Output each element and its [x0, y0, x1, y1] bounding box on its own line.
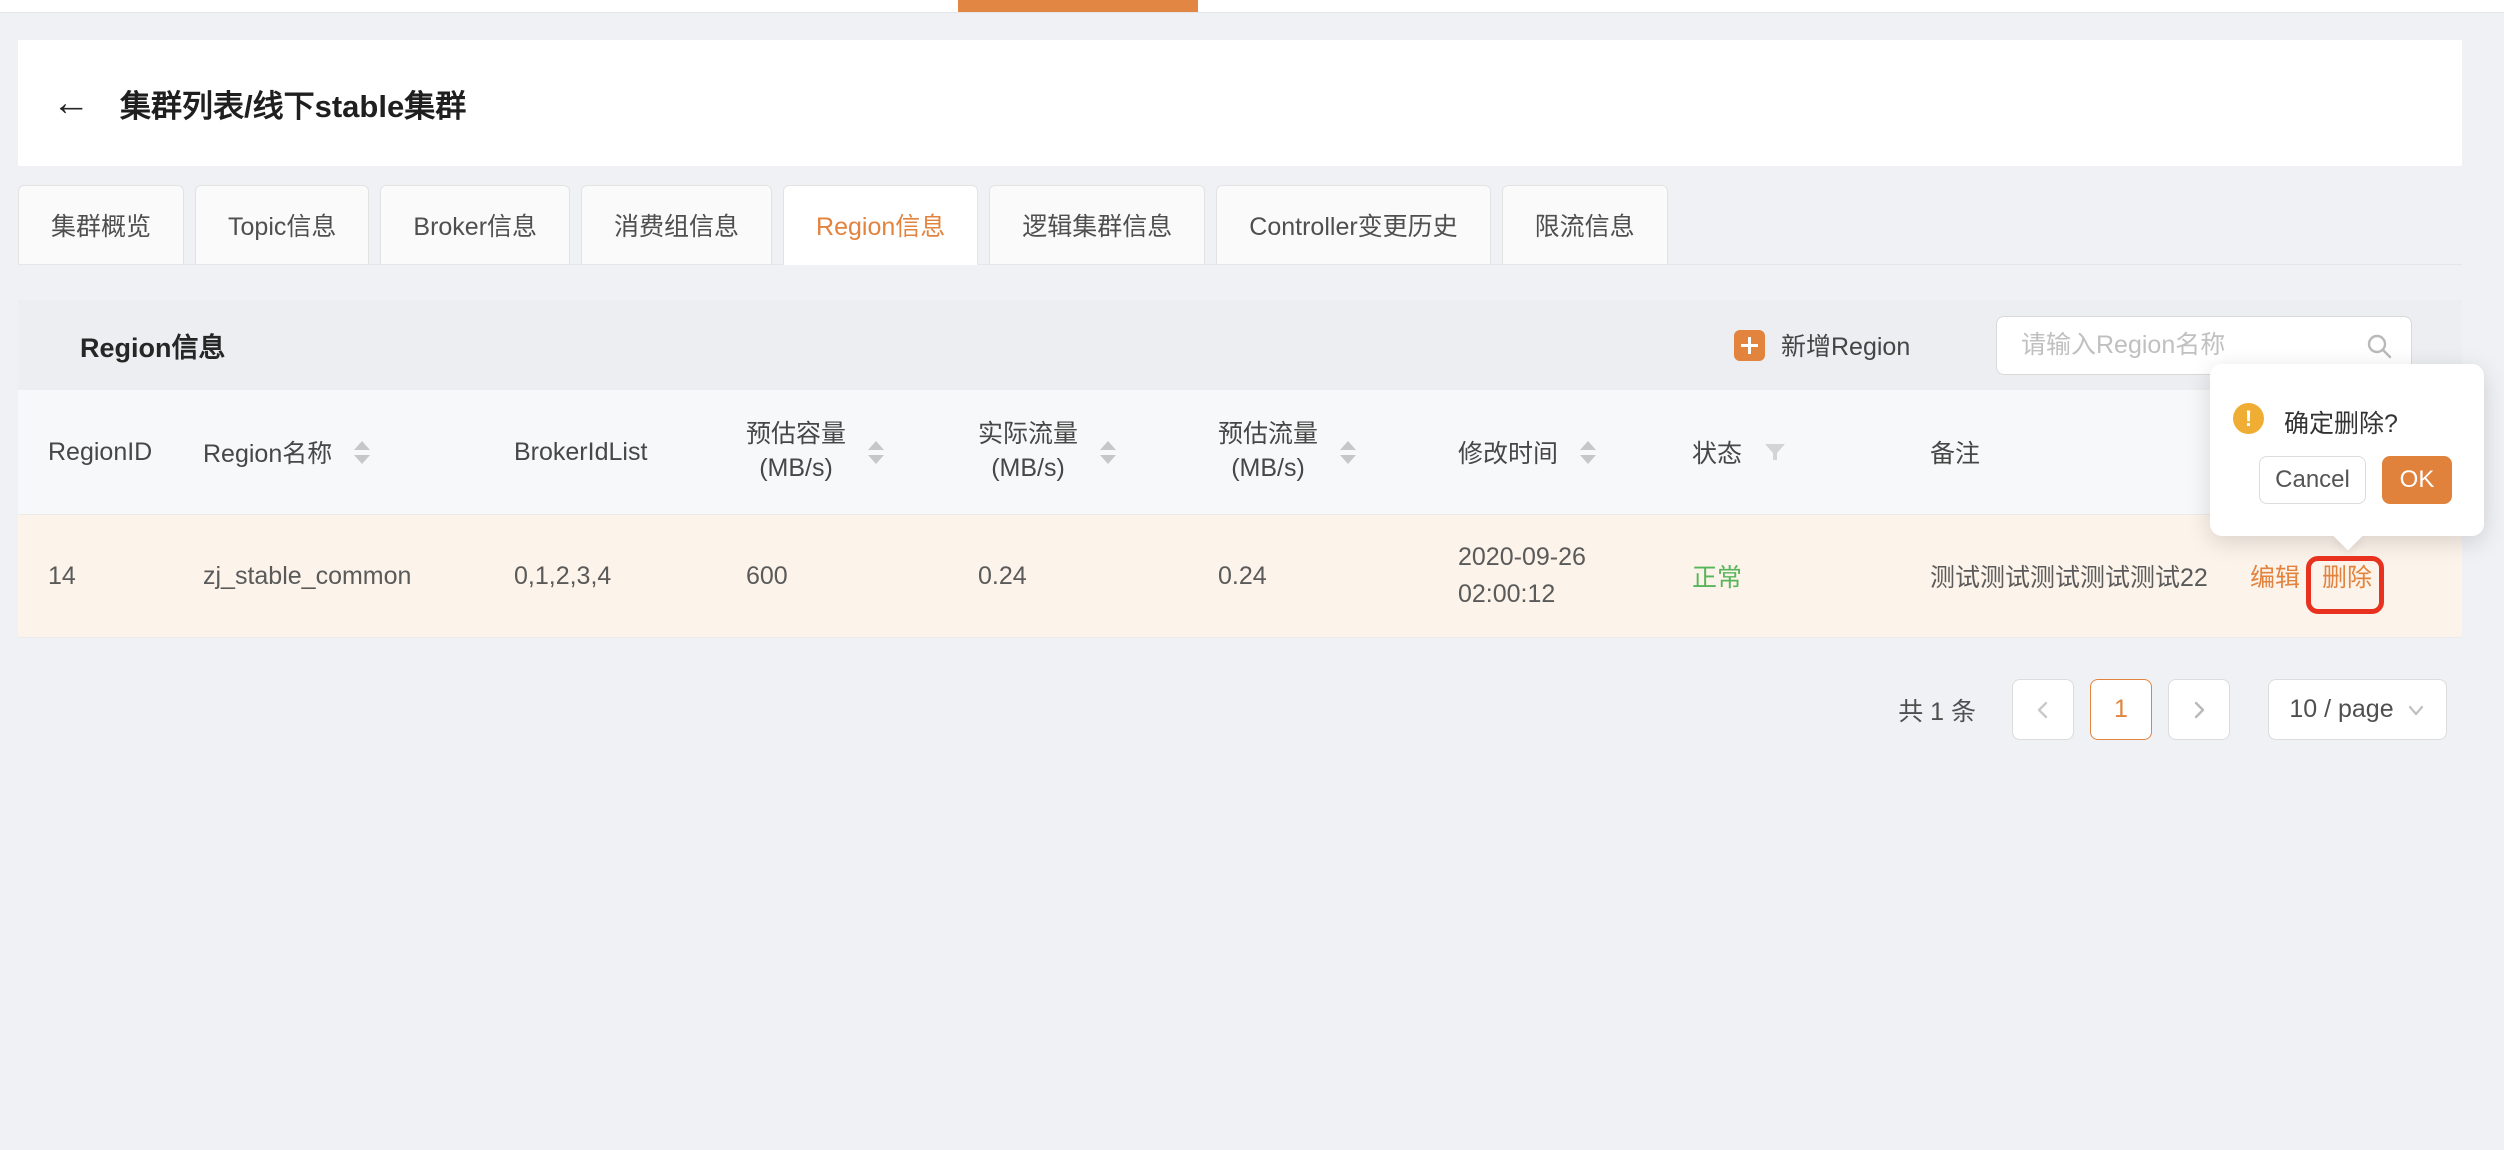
cell-region-id: 14: [18, 515, 173, 637]
ok-button[interactable]: OK: [2382, 456, 2452, 504]
tab-throttle-info[interactable]: 限流信息: [1502, 185, 1668, 264]
tab-consumer-group-info[interactable]: 消费组信息: [581, 185, 772, 264]
sort-icon[interactable]: [354, 441, 370, 464]
tab-bar: 集群概览 Topic信息 Broker信息 消费组信息 Region信息 逻辑集…: [18, 185, 2462, 265]
table-row: 14 zj_stable_common 0,1,2,3,4 600 0.24 0…: [18, 515, 2462, 638]
filter-funnel-icon[interactable]: [1762, 439, 1788, 465]
search-icon[interactable]: [2365, 332, 2393, 360]
cell-modified-time: 2020-09-26 02:00:12: [1428, 515, 1662, 637]
col-header-region-name[interactable]: Region名称: [173, 390, 484, 514]
page-1-button[interactable]: 1: [2090, 679, 2152, 740]
page-size-select[interactable]: 10 / page: [2268, 679, 2447, 740]
region-table: RegionID Region名称 BrokerIdList 预估容量 (MB/…: [18, 390, 2462, 638]
sort-icon[interactable]: [868, 441, 884, 464]
col-header-actual-traffic[interactable]: 实际流量 (MB/s): [948, 390, 1188, 514]
cell-estimated-traffic: 0.24: [1188, 515, 1428, 637]
pagination: 共 1 条 1 10 / page: [1898, 679, 2447, 740]
col-header-region-id: RegionID: [18, 390, 173, 514]
col-header-status[interactable]: 状态: [1662, 390, 1900, 514]
cell-region-name: zj_stable_common: [173, 515, 484, 637]
add-region-label: 新增Region: [1781, 327, 1910, 363]
tab-controller-history[interactable]: Controller变更历史: [1216, 185, 1490, 264]
tab-region-info[interactable]: Region信息: [783, 185, 978, 265]
cell-estimated-capacity: 600: [716, 515, 948, 637]
back-arrow-icon[interactable]: ←: [52, 84, 90, 122]
plus-icon: [1734, 330, 1765, 361]
cell-remark: 测试测试测试测试测试22: [1900, 515, 2220, 637]
region-search-input[interactable]: [2021, 331, 2355, 360]
page-size-label: 10 / page: [2289, 695, 2393, 724]
top-progress-bar: [0, 0, 2504, 13]
cluster-detail-screen: ← 集群列表/线下stable集群 集群概览 Topic信息 Broker信息 …: [0, 0, 2504, 1150]
col-header-estimated-traffic[interactable]: 预估流量 (MB/s): [1188, 390, 1428, 514]
page-title: 集群列表/线下stable集群: [120, 81, 466, 126]
sort-icon[interactable]: [1580, 441, 1596, 464]
page-header: ← 集群列表/线下stable集群: [18, 40, 2462, 166]
edit-link[interactable]: 编辑: [2250, 558, 2300, 594]
sort-icon[interactable]: [1340, 441, 1356, 464]
total-count-label: 共 1 条: [1898, 692, 1976, 728]
chevron-right-icon: [2188, 699, 2210, 721]
cell-actual-traffic: 0.24: [948, 515, 1188, 637]
tab-broker-info[interactable]: Broker信息: [380, 185, 570, 264]
delete-link[interactable]: 删除: [2322, 558, 2372, 594]
region-section-header: Region信息 新增Region: [18, 300, 2462, 390]
col-header-estimated-capacity[interactable]: 预估容量 (MB/s): [716, 390, 948, 514]
col-header-modified-time[interactable]: 修改时间: [1428, 390, 1662, 514]
prev-page-button[interactable]: [2012, 679, 2074, 740]
chevron-left-icon: [2032, 699, 2054, 721]
tab-topic-info[interactable]: Topic信息: [195, 185, 369, 264]
cell-status: 正常: [1662, 515, 1900, 637]
section-title: Region信息: [80, 300, 226, 390]
cell-broker-id-list: 0,1,2,3,4: [484, 515, 716, 637]
sort-icon[interactable]: [1100, 441, 1116, 464]
chevron-down-icon: [2406, 700, 2426, 720]
col-header-remark: 备注: [1900, 390, 2220, 514]
add-region-button[interactable]: 新增Region: [1734, 300, 1910, 390]
next-page-button[interactable]: [2168, 679, 2230, 740]
delete-popconfirm: ! 确定删除? Cancel OK: [2210, 364, 2484, 536]
cancel-button[interactable]: Cancel: [2259, 456, 2366, 504]
table-header-row: RegionID Region名称 BrokerIdList 预估容量 (MB/…: [18, 390, 2462, 515]
top-accent-segment: [958, 0, 1198, 12]
col-header-broker-id-list: BrokerIdList: [484, 390, 716, 514]
tab-logical-cluster-info[interactable]: 逻辑集群信息: [989, 185, 1205, 264]
warning-icon: !: [2233, 403, 2264, 434]
tab-cluster-overview[interactable]: 集群概览: [18, 185, 184, 264]
popconfirm-message: 确定删除?: [2284, 404, 2398, 440]
